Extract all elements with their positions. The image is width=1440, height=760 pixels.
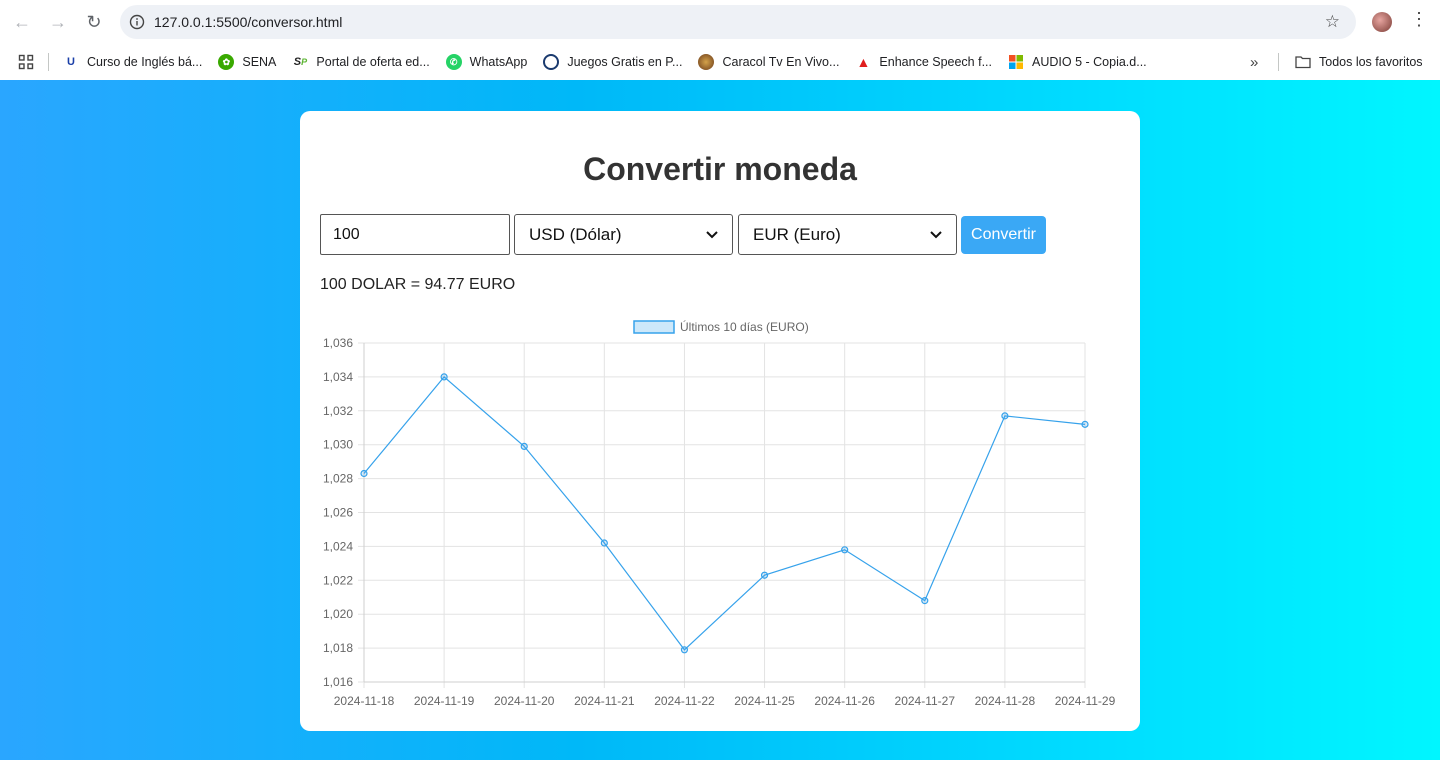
- y-tick-label: 1,016: [323, 675, 353, 689]
- amount-input[interactable]: [320, 214, 510, 255]
- x-tick-label: 2024-11-26: [814, 694, 875, 708]
- legend-swatch: [633, 320, 675, 334]
- series-line: [363, 376, 1086, 651]
- y-tick-label: 1,036: [323, 336, 353, 350]
- data-point: [1081, 420, 1089, 428]
- y-tick-label: 1,028: [323, 472, 353, 486]
- bookmarks-bar: U Curso de Inglés bá... ✿ SENA SP Portal…: [0, 44, 1440, 80]
- sena-icon: ✿: [218, 54, 235, 70]
- from-currency-select[interactable]: USD (Dólar): [514, 214, 733, 255]
- data-point: [680, 646, 689, 654]
- x-tick-label: 2024-11-20: [494, 694, 555, 708]
- to-currency-select[interactable]: EUR (Euro): [738, 214, 957, 255]
- address-bar[interactable]: 127.0.0.1:5500/conversor.html ☆: [120, 5, 1356, 39]
- data-point: [440, 373, 448, 381]
- page-background: Convertir moneda USD (Dólar) EUR (Euro) …: [0, 80, 1440, 760]
- x-tick-label: 2024-11-29: [1055, 694, 1116, 708]
- y-tick-label: 1,030: [323, 438, 353, 452]
- folder-icon: [1295, 54, 1311, 70]
- bookmark-item[interactable]: SP Portal de oferta ed...: [284, 48, 437, 76]
- x-tick-label: 2024-11-21: [574, 694, 635, 708]
- data-point: [600, 539, 608, 547]
- u-icon: U: [67, 56, 75, 68]
- site-info-icon[interactable]: [120, 14, 154, 30]
- y-tick-label: 1,026: [323, 506, 353, 520]
- bookmark-label: AUDIO 5 - Copia.d...: [1032, 55, 1147, 69]
- data-point: [921, 597, 929, 605]
- games-icon: [543, 54, 560, 70]
- url-text[interactable]: 127.0.0.1:5500/conversor.html: [154, 14, 342, 30]
- bookmark-item[interactable]: ✆ WhatsApp: [438, 48, 536, 76]
- data-point: [1001, 412, 1009, 420]
- more-bookmarks-icon[interactable]: »: [1242, 48, 1266, 76]
- y-tick-label: 1,020: [323, 607, 353, 621]
- data-point: [360, 469, 368, 478]
- y-tick-label: 1,034: [323, 370, 353, 384]
- bookmark-item[interactable]: U Curso de Inglés bá...: [55, 48, 210, 76]
- x-tick-label: 2024-11-22: [654, 694, 715, 708]
- whatsapp-icon: ✆: [445, 54, 462, 70]
- caracol-icon: [698, 54, 715, 70]
- data-point: [520, 442, 528, 450]
- x-tick-label: 2024-11-28: [975, 694, 1036, 708]
- bookmark-item[interactable]: ✿ SENA: [210, 48, 284, 76]
- exchange-rate-chart: 1,036 1,034 1,032 1,030 1,028 1,026 1,024 1,022…: [323, 319, 1116, 708]
- all-bookmarks-folder[interactable]: Todos los favoritos: [1287, 48, 1431, 76]
- to-currency-value: EUR (Euro): [753, 224, 841, 244]
- browser-toolbar: ← → ↻ 127.0.0.1:5500/conversor.html ☆ ⋮: [0, 0, 1440, 44]
- reload-icon[interactable]: ↻: [76, 4, 112, 40]
- y-tick-label: 1,022: [323, 573, 353, 587]
- bookmark-item[interactable]: Caracol Tv En Vivo...: [690, 48, 847, 76]
- bookmarks-separator: [1278, 53, 1279, 71]
- from-currency-value: USD (Dólar): [529, 224, 622, 244]
- all-bookmarks-label: Todos los favoritos: [1319, 55, 1423, 69]
- chevron-down-icon: [706, 228, 718, 242]
- bookmark-label: Curso de Inglés bá...: [87, 55, 203, 69]
- y-tick-label: 1,018: [323, 641, 353, 655]
- y-tick-label: 1,032: [323, 404, 353, 418]
- data-point: [841, 546, 849, 554]
- sp-icon: SP: [293, 56, 308, 68]
- bookmark-label: Juegos Gratis en P...: [567, 55, 683, 69]
- bookmark-star-icon[interactable]: ☆: [1325, 12, 1340, 32]
- x-tick-label: 2024-11-27: [895, 694, 956, 708]
- convert-button[interactable]: Convertir: [961, 216, 1046, 254]
- y-tick-label: 1,024: [323, 539, 353, 553]
- bookmarks-separator: [48, 53, 49, 71]
- chevron-down-icon: [930, 228, 942, 242]
- bookmark-label: Caracol Tv En Vivo...: [722, 55, 840, 69]
- bookmark-item[interactable]: ▲ Enhance Speech f...: [847, 48, 1000, 76]
- x-tick-label: 2024-11-19: [414, 694, 475, 708]
- bookmark-label: WhatsApp: [469, 55, 528, 69]
- data-point: [760, 571, 769, 579]
- bookmark-label: Portal de oferta ed...: [316, 55, 430, 69]
- conversion-result: 100 DOLAR = 94.77 EURO: [320, 276, 516, 293]
- converter-card: Convertir moneda USD (Dólar) EUR (Euro) …: [300, 111, 1140, 731]
- x-tick-label: 2024-11-25: [734, 694, 795, 708]
- legend-label: Últimos 10 días (EURO): [680, 319, 809, 334]
- bookmark-item[interactable]: Juegos Gratis en P...: [535, 48, 690, 76]
- page-title: Convertir moneda: [583, 151, 857, 187]
- bookmark-label: Enhance Speech f...: [879, 55, 993, 69]
- forward-icon[interactable]: →: [40, 4, 76, 40]
- office-icon: [1008, 54, 1024, 70]
- profile-avatar[interactable]: [1372, 12, 1392, 32]
- bookmark-label: SENA: [242, 55, 277, 69]
- adobe-icon: ▲: [856, 54, 871, 70]
- back-icon[interactable]: ←: [4, 4, 40, 40]
- x-tick-label: 2024-11-18: [334, 694, 395, 708]
- browser-menu-icon[interactable]: ⋮: [1410, 10, 1428, 28]
- bookmark-item[interactable]: AUDIO 5 - Copia.d...: [1000, 48, 1155, 76]
- apps-grid-icon[interactable]: [0, 48, 42, 76]
